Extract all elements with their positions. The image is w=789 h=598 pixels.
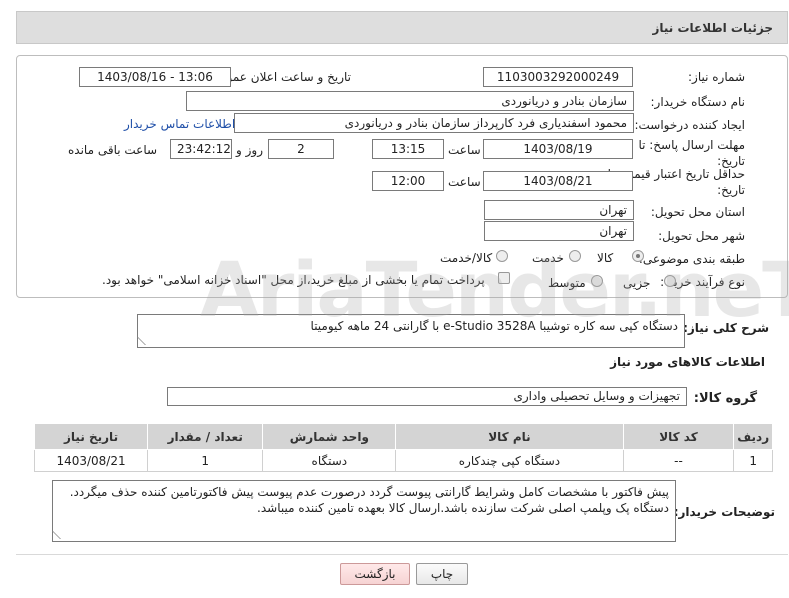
buyer-notes-label: توضیحات خریدار: [673, 505, 775, 519]
validity-time-field: 12:00 [372, 171, 444, 191]
buyer-org-label: نام دستگاه خریدار: [650, 95, 746, 109]
resize-grip-icon[interactable] [52, 531, 68, 539]
buyer-org-field: سازمان بنادر و دریانوردی [186, 91, 634, 111]
creator-field: محمود اسفندیاری فرد کارپرداز سازمان بناد… [234, 113, 634, 133]
process-option-minor: جزیی [623, 276, 651, 290]
summary-field: دستگاه کپی سه کاره توشیبا e-Studio 3528A… [137, 314, 685, 348]
category-radio-service[interactable] [569, 250, 581, 262]
process-radio-medium[interactable] [591, 275, 603, 287]
row-date: 1403/08/21 [33, 449, 149, 472]
goods-table-header: ردیف کد کالا نام کالا واحد شمارش تعداد /… [33, 423, 773, 450]
category-radio-both[interactable] [496, 250, 508, 262]
category-option-goods: کالا [597, 251, 614, 265]
buyer-contact-link[interactable]: اطلاعات تماس خریدار [124, 117, 235, 131]
treasury-payment-checkbox[interactable] [498, 272, 510, 284]
table-row: 1 -- دستگاه کپی چندکاره دستگاه 1 1403/08… [33, 449, 773, 472]
col-unit-header: واحد شمارش [262, 423, 397, 450]
col-date-header: تاریخ نیاز [33, 423, 149, 450]
province-field: تهران [484, 200, 634, 220]
process-radio-minor[interactable] [664, 275, 676, 287]
city-label: شهر محل تحویل: [658, 229, 745, 243]
province-label: استان محل تحویل: [650, 205, 745, 219]
remaining-time-label: ساعت باقی مانده [68, 143, 158, 157]
days-remaining-field: 2 [268, 139, 334, 159]
treasury-payment-text: پرداخت تمام یا بخشی از مبلغ خرید،از محل … [102, 273, 485, 287]
deadline-time-field: 13:15 [372, 139, 444, 159]
col-index-header: ردیف [733, 423, 773, 450]
validity-date-field: 1403/08/21 [483, 171, 633, 191]
days-label: روز و [236, 143, 263, 157]
goods-section-title: اطلاعات کالاهای مورد نیاز [610, 355, 765, 369]
creator-label: ایجاد کننده درخواست: [634, 118, 745, 132]
goods-group-field: تجهیزات و وسایل تحصیلی واداری [167, 387, 687, 406]
validity-time-label: ساعت [448, 175, 481, 189]
back-button[interactable]: بازگشت [340, 563, 410, 585]
buyer-notes-field: پیش فاکتور با مشخصات کامل وشرایط گارانتی… [52, 480, 676, 542]
category-radio-goods[interactable] [632, 250, 644, 262]
print-button[interactable]: چاپ [416, 563, 468, 585]
row-name: دستگاه کپی چندکاره [395, 449, 624, 472]
deadline-label-2: تاریخ: [717, 154, 745, 168]
need-number-field: 1103003292000249 [483, 67, 633, 87]
deadline-date-field: 1403/08/19 [483, 139, 633, 159]
category-option-both: کالا/خدمت [440, 251, 493, 265]
goods-table: ردیف کد کالا نام کالا واحد شمارش تعداد /… [33, 423, 773, 472]
buyer-notes-line-1: پیش فاکتور با مشخصات کامل وشرایط گارانتی… [69, 485, 669, 499]
summary-text: دستگاه کپی سه کاره توشیبا e-Studio 3528A… [310, 319, 678, 333]
category-option-service: خدمت [532, 251, 564, 265]
panel-title: جزئیات اطلاعات نیاز [652, 21, 773, 35]
bottom-divider [16, 554, 788, 555]
col-name-header: نام کالا [395, 423, 624, 450]
city-field: تهران [484, 221, 634, 241]
need-number-label: شماره نیاز: [688, 70, 745, 84]
process-option-medium: متوسط [548, 276, 586, 290]
deadline-label-1: مهلت ارسال پاسخ: تا [638, 138, 745, 152]
category-label: طبقه بندی موضوعی: [638, 252, 745, 266]
goods-group-label: گروه کالا: [693, 391, 757, 406]
panel-title-bar: جزئیات اطلاعات نیاز [16, 11, 788, 44]
col-qty-header: تعداد / مقدار [147, 423, 264, 450]
deadline-time-label: ساعت [448, 143, 481, 157]
col-code-header: کد کالا [622, 423, 735, 450]
remaining-time-field: 23:42:12 [170, 139, 232, 159]
row-unit: دستگاه [262, 449, 397, 472]
row-code: -- [622, 449, 735, 472]
row-qty: 1 [147, 449, 264, 472]
row-index: 1 [733, 449, 773, 472]
announce-date-field: 1403/08/16 - 13:06 [79, 67, 231, 87]
summary-label: شرح کلی نیاز: [683, 321, 769, 335]
validity-label-2: تاریخ: [717, 183, 745, 197]
resize-grip-icon[interactable] [137, 337, 153, 345]
buyer-notes-line-2: دستگاه پک وپلمپ اصلی شرکت سازنده باشد.ار… [257, 501, 669, 515]
